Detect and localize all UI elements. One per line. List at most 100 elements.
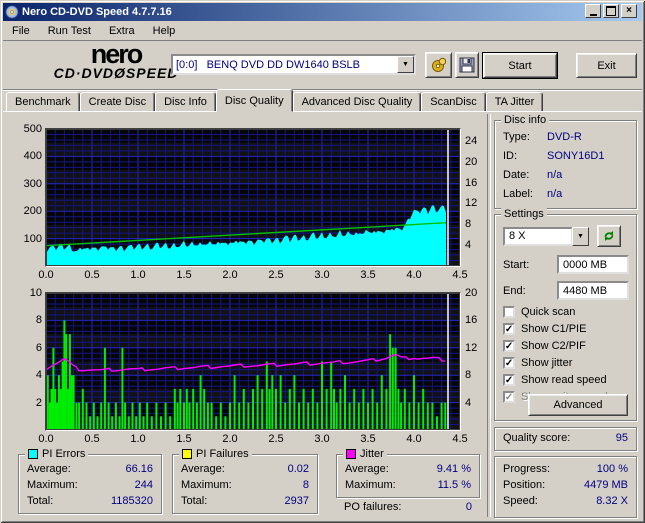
- end-mb-input[interactable]: 4480 MB: [557, 281, 629, 300]
- scan-speed-value: 8 X: [509, 230, 526, 242]
- pif-average-label: Average:: [181, 463, 225, 475]
- pi-failures-title: PI Failures: [196, 448, 249, 460]
- jitter-title: Jitter: [360, 448, 384, 460]
- speed-label: Speed:: [503, 495, 538, 507]
- disc-info-panel: Disc info Type: DVD-R ID: SONY16D1 Date: n/…: [494, 114, 637, 209]
- scan-speed-select[interactable]: 8 X: [503, 226, 573, 246]
- disc-info-title: Disc info: [504, 114, 547, 126]
- pi-errors-panel: PI Errors Average: 66.16 Maximum: 244 Tota…: [18, 448, 162, 514]
- vertical-divider: [487, 114, 491, 517]
- tab-bar: Benchmark Create Disc Disc Info Disc Qua…: [6, 89, 642, 112]
- quality-score-panel: Quality score: 95: [494, 427, 637, 451]
- disc-label-label: Label:: [503, 188, 533, 200]
- menu-help[interactable]: Help: [144, 23, 185, 39]
- eject-disc-button[interactable]: [425, 52, 452, 78]
- tab-scandisc[interactable]: ScanDisc: [421, 92, 486, 112]
- progress-value: 100 %: [596, 463, 628, 475]
- po-failures-label: PO failures:: [344, 501, 402, 513]
- tab-create-disc[interactable]: Create Disc: [79, 92, 156, 112]
- disc-id-label: ID:: [503, 150, 518, 162]
- end-mb-value: 4480 MB: [563, 284, 608, 297]
- close-button[interactable]: ×: [621, 4, 637, 18]
- settings-panel: Settings 8 X ▼ Start: 0000 MB End: 4480 …: [494, 208, 637, 421]
- start-mb-input[interactable]: 0000 MB: [557, 255, 629, 274]
- checkbox-label: Quick scan: [521, 306, 576, 318]
- pif-average-value: 0.02: [287, 463, 309, 475]
- jitter-panel: Jitter Average: 9.41 % Maximum: 11.5 %: [336, 448, 480, 498]
- checkbox-quick-scan[interactable]: Quick scan: [503, 305, 575, 319]
- tab-disc-info[interactable]: Disc Info: [155, 92, 216, 112]
- checkbox-show-c2-pif[interactable]: ✓ Show C2/PIF: [503, 339, 586, 353]
- chevron-down-icon[interactable]: ▼: [572, 226, 589, 246]
- start-mb-label: Start:: [503, 259, 530, 271]
- menu-extra[interactable]: Extra: [100, 23, 144, 39]
- pie-maximum-label: Maximum:: [27, 479, 78, 491]
- settings-title: Settings: [504, 208, 544, 220]
- position-label: Position:: [503, 479, 546, 491]
- menu-run-test[interactable]: Run Test: [39, 23, 100, 39]
- disc-type-label: Type:: [503, 131, 530, 143]
- tab-benchmark[interactable]: Benchmark: [6, 92, 80, 112]
- progress-label: Progress:: [503, 463, 551, 475]
- disc-id-value: SONY16D1: [547, 150, 605, 162]
- pi-errors-legend-swatch: [28, 449, 38, 459]
- app-window: Nero CD-DVD Speed 4.7.7.16 × File Run Te…: [0, 0, 645, 523]
- start-button[interactable]: Start: [482, 52, 558, 79]
- title-bar: Nero CD-DVD Speed 4.7.7.16 ×: [3, 3, 642, 21]
- refresh-button[interactable]: [597, 225, 621, 247]
- pie-average-value: 66.16: [125, 463, 153, 475]
- start-mb-value: 0000 MB: [563, 258, 608, 271]
- pif-maximum-label: Maximum:: [181, 479, 232, 491]
- minimize-button[interactable]: [585, 4, 601, 18]
- window-title: Nero CD-DVD Speed 4.7.7.16: [22, 6, 172, 18]
- advanced-button-label: Advanced: [553, 399, 603, 411]
- pif-jitter-chart: [45, 292, 461, 431]
- checkbox-label: Show C2/PIF: [521, 340, 586, 352]
- pi-failures-panel: PI Failures Average: 0.02 Maximum: 8 Total…: [172, 448, 318, 514]
- toolbar: nero CD·DVDØSPEED [0:0] BENQ DVD DD DW16…: [3, 41, 642, 90]
- disc-label-value: n/a: [547, 188, 563, 200]
- pie-maximum-value: 244: [134, 479, 153, 491]
- pi-errors-chart: [45, 128, 461, 267]
- disc-type-value: DVD-R: [547, 131, 582, 143]
- refresh-icon: [604, 231, 614, 241]
- pie-total-label: Total:: [27, 495, 54, 507]
- tab-disc-quality[interactable]: Disc Quality: [215, 89, 293, 112]
- pi-errors-title: PI Errors: [42, 448, 86, 460]
- jitter-average-value: 9.41 %: [436, 463, 471, 475]
- save-icon: [459, 57, 475, 73]
- pi-failures-legend-swatch: [182, 449, 192, 459]
- exit-button[interactable]: Exit: [576, 53, 637, 78]
- pie-average-label: Average:: [27, 463, 71, 475]
- advanced-button[interactable]: Advanced: [528, 394, 628, 416]
- drive-select-value: [0:0] BENQ DVD DD DW1640 BSLB: [176, 58, 361, 71]
- pif-total-label: Total:: [181, 495, 208, 507]
- progress-panel: Progress: 100 % Position: 4479 MB Speed: 8.…: [494, 456, 637, 518]
- checkbox-show-jitter[interactable]: ✓ Show jitter: [503, 356, 572, 370]
- jitter-maximum-value: 11.5 %: [437, 479, 471, 491]
- tab-advanced-disc-quality[interactable]: Advanced Disc Quality: [292, 92, 422, 112]
- menu-file[interactable]: File: [3, 23, 39, 39]
- disc-date-label: Date:: [503, 169, 530, 181]
- quality-score-label: Quality score:: [503, 432, 571, 444]
- position-value: 4479 MB: [583, 479, 628, 491]
- checkbox-show-c1-pie[interactable]: ✓ Show C1/PIE: [503, 322, 586, 336]
- start-button-label: Start: [508, 59, 532, 72]
- checkbox-show-read-speed[interactable]: ✓ Show read speed: [503, 373, 607, 387]
- pie-total-value: 1185320: [110, 495, 153, 507]
- drive-select[interactable]: [0:0] BENQ DVD DD DW1640 BSLB ▼: [171, 54, 416, 75]
- tab-ta-jitter[interactable]: TA Jitter: [485, 92, 544, 112]
- quality-score-value: 95: [615, 432, 628, 444]
- chevron-down-icon[interactable]: ▼: [397, 56, 414, 73]
- jitter-maximum-label: Maximum:: [345, 479, 396, 491]
- checkbox-label: Show read speed: [521, 374, 607, 386]
- maximize-button[interactable]: [603, 4, 619, 18]
- jitter-average-label: Average:: [345, 463, 389, 475]
- po-failures-row: PO failures: 0: [344, 501, 472, 513]
- po-failures-value: 0: [465, 501, 472, 513]
- app-icon: [5, 5, 19, 19]
- speed-value: 8.32 X: [596, 495, 628, 507]
- pif-total-value: 2937: [284, 495, 309, 507]
- pif-maximum-value: 8: [302, 479, 309, 491]
- save-button[interactable]: [455, 52, 479, 78]
